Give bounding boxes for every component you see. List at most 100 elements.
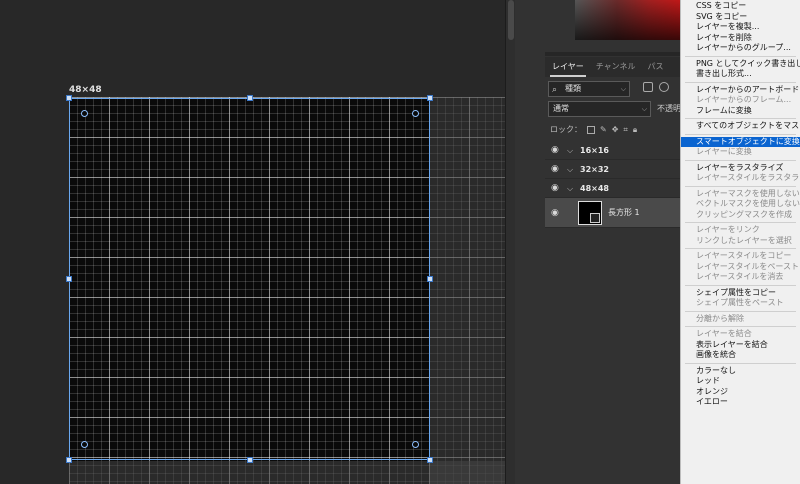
menu-separator xyxy=(681,184,800,189)
lock-transparent-icon[interactable] xyxy=(587,125,595,134)
scrollbar-thumb[interactable] xyxy=(508,0,514,40)
menu-item: シェイプ属性をペースト xyxy=(696,298,784,307)
panel-divider xyxy=(545,52,680,56)
visibility-eye-icon[interactable]: ◉ xyxy=(551,160,559,179)
chevron-down-icon[interactable]: ⌵ xyxy=(567,141,573,160)
menu-item: クリッピングマスクを作成 xyxy=(696,209,792,219)
menu-item: レイヤーを結合 xyxy=(696,329,752,338)
opacity-label: 不透明 xyxy=(657,104,681,113)
blend-mode-label: 通常 xyxy=(553,104,569,113)
chevron-down-icon[interactable]: ⌵ xyxy=(567,160,573,179)
canvas-area[interactable]: 48×48 xyxy=(0,0,505,484)
visibility-eye-icon[interactable]: ◉ xyxy=(551,198,559,228)
menu-item[interactable]: オレンジ xyxy=(681,387,800,398)
layer-name: 16×16 xyxy=(580,146,609,155)
menu-item[interactable]: PNG としてクイック書き出し xyxy=(681,59,800,70)
layer-filter-label: 種類 xyxy=(565,84,581,93)
chevron-down-icon: ⌵ xyxy=(641,105,647,113)
menu-item[interactable]: レッド xyxy=(681,376,800,387)
pixel-filter-icon[interactable] xyxy=(643,82,653,92)
corner-radius-handle[interactable] xyxy=(81,110,88,117)
menu-separator xyxy=(681,283,800,288)
layer-name: 48×48 xyxy=(580,184,609,193)
search-icon: ⌕ xyxy=(552,85,558,95)
menu-item[interactable]: 表示レイヤーを結合 xyxy=(681,340,800,351)
menu-item: レイヤーからのフレーム... xyxy=(696,95,792,104)
chevron-down-icon: ⌵ xyxy=(620,85,626,93)
menu-item: レイヤースタイルをラスタライズ xyxy=(696,173,800,182)
visibility-eye-icon[interactable]: ◉ xyxy=(551,179,559,198)
layer-thumbnail xyxy=(578,201,602,225)
transform-handle-top-right[interactable] xyxy=(427,95,433,101)
menu-item[interactable]: シェイプ属性をコピー xyxy=(681,288,800,299)
selected-shape-bounds[interactable] xyxy=(69,98,430,460)
menu-item[interactable]: CSS をコピー xyxy=(681,1,800,12)
panel-gutter xyxy=(515,0,545,484)
menu-item: 分離から解除 xyxy=(696,313,744,323)
menu-item[interactable]: レイヤーからのアートボード... xyxy=(681,85,800,96)
transform-handle-bottom[interactable] xyxy=(247,457,253,463)
layer-group-row[interactable]: ◉ ⌵ 32×32 xyxy=(545,160,680,179)
transform-handle-top-left[interactable] xyxy=(66,95,72,101)
menu-item[interactable]: すべてのオブジェクトをマスク xyxy=(681,121,800,132)
transform-handle-bottom-right[interactable] xyxy=(427,457,433,463)
menu-item: ベクトルマスクを使用しない xyxy=(696,199,800,208)
menu-item[interactable]: イエロー xyxy=(681,397,800,408)
menu-item: レイヤーマスクを使用しない xyxy=(696,188,800,198)
menu-separator xyxy=(681,54,800,59)
layer-filter-icons xyxy=(643,82,669,92)
lock-artboard-icon[interactable]: ⌗ xyxy=(623,125,628,135)
layer-filter-dropdown[interactable]: ⌕ 種類 ⌵ xyxy=(548,81,630,97)
lock-position-icon[interactable]: ✥ xyxy=(612,125,619,134)
menu-item: レイヤーに変換 xyxy=(696,147,752,156)
lock-all-icon[interactable]: 🔒︎ xyxy=(633,125,637,135)
menu-item[interactable]: 画像を統合 xyxy=(681,350,800,361)
layer-name: 32×32 xyxy=(580,165,609,174)
menu-item: レイヤーをリンク xyxy=(696,225,760,234)
menu-item: リンクしたレイヤーを選択 xyxy=(696,235,792,245)
visibility-eye-icon[interactable]: ◉ xyxy=(551,141,559,160)
menu-item[interactable]: レイヤーからのグループ... xyxy=(681,43,800,54)
transform-handle-right[interactable] xyxy=(427,276,433,282)
menu-item[interactable]: レイヤーを複製... xyxy=(681,22,800,33)
menu-separator xyxy=(681,116,800,121)
adjustment-filter-icon[interactable] xyxy=(659,82,669,92)
lock-label: ロック： xyxy=(550,125,582,134)
tab-layers[interactable]: レイヤー xyxy=(550,57,586,77)
shape-layer-row[interactable]: ◉ 長方形 1 xyxy=(545,198,680,228)
tab-paths[interactable]: パス xyxy=(646,57,666,77)
menu-item[interactable]: レイヤーをラスタライズ xyxy=(681,163,800,174)
blend-mode-dropdown[interactable]: 通常 ⌵ xyxy=(548,101,651,117)
canvas-vertical-scrollbar[interactable] xyxy=(505,0,515,484)
lock-row: ロック： ✎ ✥ ⌗ 🔒︎ xyxy=(550,124,637,135)
menu-item[interactable]: フレームに変換 xyxy=(681,106,800,117)
transform-handle-bottom-left[interactable] xyxy=(66,457,72,463)
artboard-label[interactable]: 48×48 xyxy=(69,85,102,95)
lock-paint-icon[interactable]: ✎ xyxy=(600,125,607,134)
tab-channels[interactable]: チャンネル xyxy=(594,57,638,77)
menu-item[interactable]: レイヤーを削除 xyxy=(681,33,800,44)
panel-tabs: レイヤー チャンネル パス xyxy=(545,57,680,77)
corner-radius-handle[interactable] xyxy=(81,441,88,448)
menu-separator xyxy=(681,80,800,85)
menu-item: レイヤースタイルをコピー xyxy=(696,251,792,260)
corner-radius-handle[interactable] xyxy=(412,441,419,448)
transform-handle-left[interactable] xyxy=(66,276,72,282)
chevron-down-icon[interactable]: ⌵ xyxy=(567,179,573,198)
color-picker-field[interactable] xyxy=(575,0,680,40)
layer-context-menu: CSS をコピー SVG をコピー レイヤーを複製... レイヤーを削除 レイヤーからの… xyxy=(680,0,800,484)
menu-item[interactable]: カラーなし xyxy=(681,366,800,377)
layer-list: ◉ ⌵ 16×16 ◉ ⌵ 32×32 ◉ ⌵ 48×48 ◉ 長方形 1 xyxy=(545,141,680,228)
menu-item[interactable]: SVG をコピー xyxy=(681,12,800,23)
menu-item: レイヤースタイルを消去 xyxy=(696,272,784,281)
layer-group-row[interactable]: ◉ ⌵ 48×48 xyxy=(545,179,680,198)
menu-separator xyxy=(681,220,800,225)
menu-separator xyxy=(681,246,800,251)
menu-item: レイヤースタイルをペースト xyxy=(696,261,799,271)
menu-separator xyxy=(681,324,800,329)
menu-item[interactable]: 書き出し形式... xyxy=(681,69,800,80)
layer-group-row[interactable]: ◉ ⌵ 16×16 xyxy=(545,141,680,160)
corner-radius-handle[interactable] xyxy=(412,110,419,117)
transform-handle-top[interactable] xyxy=(247,95,253,101)
menu-item[interactable]: スマートオブジェクトに変換 xyxy=(681,136,800,147)
